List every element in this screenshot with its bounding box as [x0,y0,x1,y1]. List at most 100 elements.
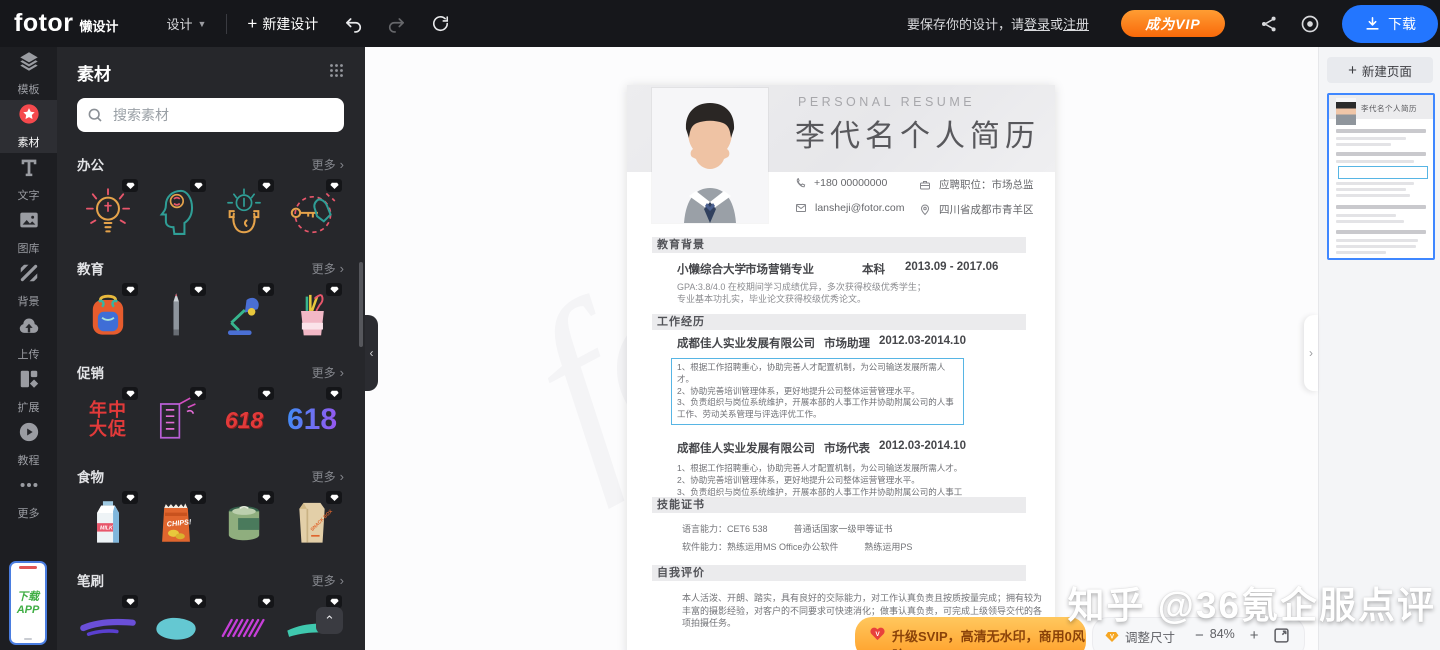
pen-cup-sticker[interactable] [281,283,343,349]
canvas[interactable]: fotor PERSONAL RESUME 李代名个人简历 +180 00000… [365,47,1318,650]
more-link[interactable]: 更多› [312,572,344,589]
panel-title: 素材 [77,60,111,85]
selected-text-box[interactable]: 1、根据工作招聘重心，协助完善人才配置机制，为公司输送发展所需人才。2、协助完善… [671,358,964,425]
rail-item-素材[interactable]: 素材 [0,100,57,153]
zoom-in-button[interactable]: + [1244,627,1265,644]
zoom-out-button[interactable]: − [1189,627,1210,644]
job-bullet-line: 2、协助完善培训管理体系，更好地提升公司整体运营管理水平。 [677,386,958,398]
search-icon [87,107,103,123]
section-heading-skills[interactable]: 技能证书 [652,497,1026,513]
new-design-button[interactable]: + 新建设计 [247,14,318,34]
chevron-right-icon: › [340,573,344,588]
contact-position[interactable]: 应聘职位：市场总监 [919,177,1034,192]
become-vip-button[interactable]: 成为VIP [1121,10,1225,37]
collapse-up-button[interactable]: ⌃ [316,607,343,634]
key-hand-sticker[interactable] [281,179,343,245]
rail-item-上传[interactable]: 上传 [0,312,57,365]
education-school[interactable]: 小懒综合大学 [677,261,746,277]
redo-icon[interactable] [386,14,406,34]
contact-location[interactable]: 四川省成都市青羊区 [919,202,1034,217]
plus-icon: + [247,14,257,34]
share-icon[interactable] [1259,14,1279,34]
more-link[interactable]: 更多› [312,364,344,381]
fotor-logo[interactable]: fotor 懒设计 [14,9,118,38]
profile-photo[interactable] [652,88,768,223]
download-app-badge[interactable]: 下载 APP [9,561,47,645]
contact-phone[interactable]: +180 00000000 [795,177,887,189]
rail-item-背景[interactable]: 背景 [0,259,57,312]
rail-item-文字[interactable]: 文字 [0,153,57,206]
resume-page[interactable]: PERSONAL RESUME 李代名个人简历 +180 00000000 应聘… [627,85,1055,650]
promo-618-red-sticker[interactable]: 618 [213,387,275,453]
promo-618-blue-sticker[interactable]: 618 [281,387,343,453]
download-button[interactable]: 下载 [1342,5,1438,43]
milk-carton-sticker[interactable]: MILK [77,491,139,557]
snack-bag-sticker[interactable]: SNACK BOX [281,491,343,557]
resize-button[interactable]: V 调整尺寸 [1105,627,1175,646]
brush-purple-sticker[interactable] [77,595,139,650]
save-hint-text: 要保存你的设计，请登录或注册 [907,14,1089,33]
new-page-button[interactable]: + 新建页面 [1327,57,1433,83]
rail-item-教程[interactable]: 教程 [0,418,57,471]
vip-diamond-icon [190,179,206,192]
neon-sign-sticker[interactable] [145,387,207,453]
rail-item-更多[interactable]: 更多 [0,471,57,524]
fit-screen-icon[interactable] [1273,627,1290,644]
vip-diamond-icon [122,179,138,192]
skill-item: CET6 538 [727,524,768,534]
idea-bulb-sticker[interactable] [77,179,139,245]
panel-collapse-handle[interactable]: ‹ [365,315,378,391]
section-heading-education[interactable]: 教育背景 [652,237,1026,253]
thumb-bar [1336,214,1396,217]
food-can-sticker[interactable] [213,491,275,557]
rail-item-扩展[interactable]: 扩展 [0,365,57,418]
midyear-sale-sticker[interactable]: 年中大促 [77,387,139,453]
vip-diamond-icon [326,179,342,192]
desk-lamp-sticker[interactable] [213,283,275,349]
contact-email[interactable]: lansheji@fotor.com [795,202,904,214]
panel-scrollbar[interactable] [359,262,363,347]
search-box[interactable] [77,98,344,132]
thumb-bar [1336,194,1410,197]
login-link[interactable]: 登录 [1024,17,1050,32]
section-heading-work[interactable]: 工作经历 [652,314,1026,330]
thinking-head-sticker[interactable] [145,179,207,245]
more-link[interactable]: 更多› [312,156,344,173]
thumb-bar [1336,245,1416,248]
zoom-level[interactable]: 84% [1210,627,1244,641]
page-thumbnail[interactable]: 李代名个人简历 [1327,93,1435,260]
job-entry[interactable]: 成都佳人实业发展有限公司市场助理2012.03-2014.101、根据工作招聘重… [677,335,977,425]
thumb-avatar [1336,98,1356,125]
vip-diamond-icon [326,387,342,400]
pages-collapse-handle[interactable]: › [1304,315,1318,391]
skill-row[interactable]: 语言能力：CET6 538普通话国家一级甲等证书 [682,522,938,535]
rail-item-模板[interactable]: 模板 [0,47,57,100]
register-link[interactable]: 注册 [1063,17,1089,32]
education-detail: 专业基本功扎实，毕业论文获得校级优秀论文。 [677,292,866,305]
search-input[interactable] [111,106,334,124]
brush-blob-sticker[interactable] [145,595,207,650]
more-link[interactable]: 更多› [312,260,344,277]
thumb-bar [1336,160,1414,163]
play-circle-icon [18,421,40,448]
section-title: 食物 [77,466,104,486]
pencil-sticker[interactable] [145,283,207,349]
upgrade-svip-banner[interactable]: V 升级SVIP，高清无水印，商用0风险 [855,617,1086,650]
undo-icon[interactable] [344,14,364,34]
backpack-sticker[interactable] [77,283,139,349]
section-heading-evaluation[interactable]: 自我评价 [652,565,1026,581]
resume-header-label[interactable]: PERSONAL RESUME [798,95,975,109]
skill-row[interactable]: 软件能力：熟练运用MS Office办公软件熟练运用PS [682,540,938,553]
design-menu[interactable]: 设计 ▼ [166,14,206,33]
grid-view-icon[interactable] [329,63,344,83]
chips-bag-sticker[interactable]: CHIPS! [145,491,207,557]
rail-item-图库[interactable]: 图库 [0,206,57,259]
brush-hatch-sticker[interactable] [213,595,275,650]
preview-eye-icon[interactable] [1300,14,1320,34]
bulb-head-sticker[interactable] [213,179,275,245]
more-link[interactable]: 更多› [312,468,344,485]
refresh-icon[interactable] [430,14,450,34]
thumb-selection-box [1338,166,1428,179]
resume-title[interactable]: 李代名个人简历 [795,111,1040,155]
thumb-bar [1336,129,1426,133]
